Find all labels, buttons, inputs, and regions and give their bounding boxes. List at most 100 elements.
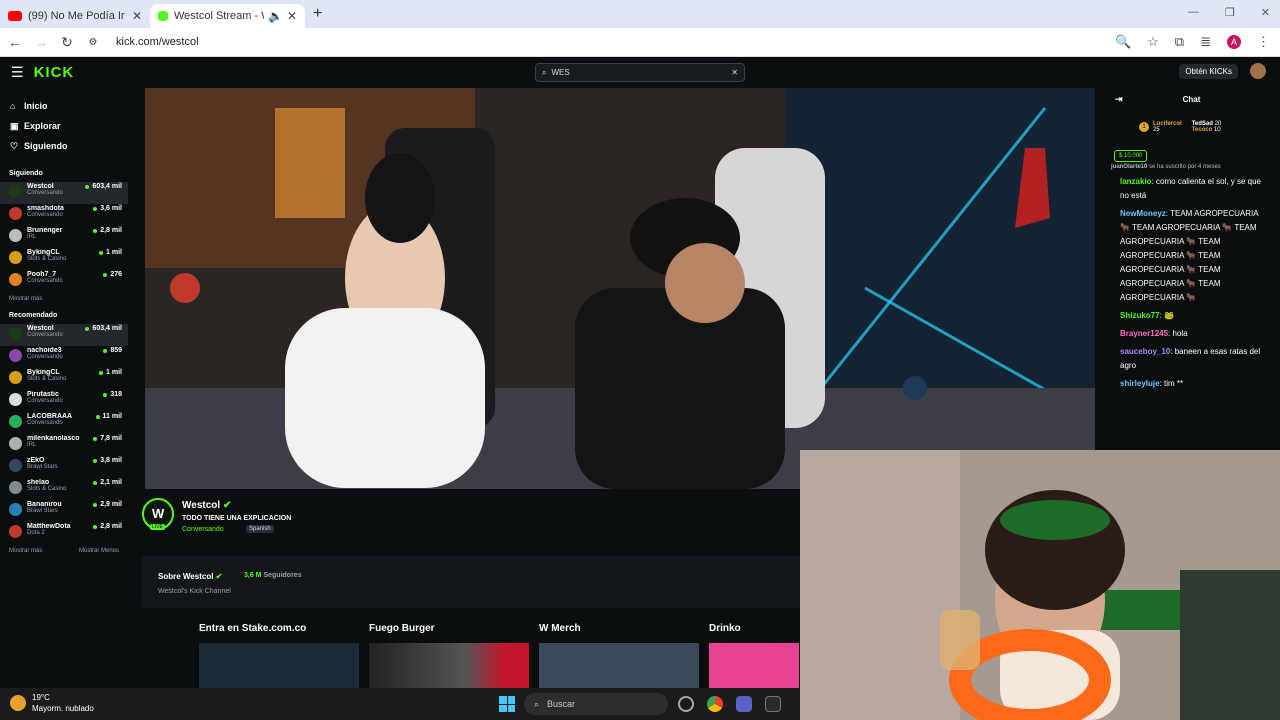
channel-avatar[interactable]: W LIVE [142,498,174,530]
channel-category: IRL [27,234,37,240]
viewer-count: 2,8 mil [93,227,122,234]
language-tag[interactable]: Spanish [246,525,274,533]
pip-webcam-overlay[interactable] [800,450,1280,720]
sidebar-channel[interactable]: shelao Slots & Casino 2,1 mil [0,478,128,500]
taskbar-search[interactable]: ⌕ Buscar [524,693,668,715]
zoom-icon[interactable]: 🔍 [1115,34,1131,50]
viewer-value: 2,8 mil [100,227,122,234]
subscription-notice: juanOlarte10 se ha suscrito por 4 meses [1103,162,1280,172]
panel-fuego-burger[interactable]: Fuego Burger [369,623,529,689]
sidebar-item-explorar[interactable]: ▣ Explorar [0,116,128,136]
url-field[interactable]: kick.com/westcol [116,36,199,48]
tab-kick[interactable]: Westcol Stream - Watch Live 🔈 ✕ [150,4,305,28]
chrome-icon[interactable] [707,696,723,712]
show-more-following[interactable]: Mostrar más [9,296,42,302]
collapse-chat-icon[interactable]: ⇥ [1115,94,1123,105]
sidebar-channel[interactable]: Bananirou Brawl Stars 2,9 mil [0,500,128,522]
chat-username[interactable]: NewMoneyz [1120,209,1166,218]
minimize-icon[interactable]: — [1188,6,1199,19]
sidebar-channel[interactable]: BykingCL Slots & Casino 1 mil [0,248,128,270]
chat-username[interactable]: lanzakio [1120,177,1152,186]
sidebar-channel[interactable]: Brunenger IRL 2,8 mil [0,226,128,248]
panel-w-merch[interactable]: W Merch [539,623,699,689]
media-controls-icon[interactable]: ≣ [1200,34,1211,50]
search-input[interactable]: ⌕ WES ✕ [535,63,745,82]
forward-icon[interactable]: → [28,34,54,50]
maximize-icon[interactable]: ❐ [1225,6,1235,19]
user-avatar[interactable] [1250,63,1266,79]
menu-icon[interactable]: ⋮ [1257,34,1270,50]
sidebar-channel[interactable]: zEkO Brawl Stars 3,8 mil [0,456,128,478]
chat-username[interactable]: shirleyluje [1120,379,1160,388]
sidebar-channel[interactable]: Pooh7_7 Conversando 276 [0,270,128,292]
viewer-count: 11 mil [95,413,122,420]
get-kicks-button[interactable]: Obtén KICKs [1179,64,1238,79]
webcam-scene [800,450,1280,720]
sidebar-channel[interactable]: Pirutastic Conversando 318 [0,390,128,412]
channel-name[interactable]: Westcol ✔ [182,500,231,511]
profile-avatar[interactable]: A [1227,35,1241,49]
sidebar-channel[interactable]: nachoide3 Conversando 859 [0,346,128,368]
reload-icon[interactable]: ↻ [54,34,80,51]
weather-widget[interactable]: 19°C Mayorm. nublado [10,692,94,714]
sidebar-channel[interactable]: LACOBRAAA Conversando 11 mil [0,412,128,434]
channel-name: Westcol [27,325,54,332]
windows-start-icon[interactable] [499,696,515,712]
video-player[interactable] [145,88,1095,489]
show-less-recommended[interactable]: Mostrar Menos [79,548,119,554]
viewer-count: 2,1 mil [93,479,122,486]
pinned-gift-badge[interactable]: $ 10.000 [1114,150,1148,162]
sidebar-channel[interactable]: smashdota Conversando 3,6 mil [0,204,128,226]
sidebar-channel[interactable]: Westcol Conversando 603,4 mil [0,324,128,346]
site-info-icon[interactable]: ⚙ [80,37,106,48]
sidebar-item-inicio[interactable]: ⌂ Inicio [0,96,128,116]
kick-logo[interactable]: KICK [34,64,75,81]
channel-avatar [9,273,22,286]
viewer-value: 1 mil [106,369,122,376]
chat-username[interactable]: Shizuko77 [1120,311,1160,320]
tab-youtube[interactable]: (99) No Me Podía Ir Sin Grabar ✕ [0,4,150,28]
channel-category: Slots & Casino [27,256,67,262]
sidebar-channel[interactable]: milenkanolasco IRL 7,8 mil [0,434,128,456]
close-tab-icon[interactable]: ✕ [132,9,142,23]
panel-stake[interactable]: Entra en Stake.com.co [199,623,359,689]
extensions-icon[interactable]: ⧉ [1175,34,1184,50]
chat-username[interactable]: Brayner1245 [1120,329,1168,338]
sidebar-item-siguiendo[interactable]: ♡ Siguiendo [0,136,128,156]
settings-icon[interactable] [678,696,694,712]
bookmark-star-icon[interactable]: ☆ [1147,34,1159,50]
channel-name-text: Westcol [182,500,221,511]
leader-first[interactable]: 1 Lucifercol 25 [1139,121,1182,133]
viewer-value: 3,8 mil [100,457,122,464]
teams-icon[interactable] [736,696,752,712]
panel-title: Fuego Burger [369,623,435,634]
clear-search-icon[interactable]: ✕ [731,68,738,77]
channel-name: BykingCL [27,369,60,376]
viewer-value: 2,9 mil [100,501,122,508]
close-tab-icon[interactable]: ✕ [287,9,297,23]
leader-third[interactable]: Tecoco 10 [1192,127,1222,133]
chat-text: TEAM AGROPECUARIA 🐂 TEAM AGROPECUARIA 🐂 … [1120,209,1259,302]
back-icon[interactable]: ← [2,34,28,50]
panel-title: W Merch [539,623,581,634]
sidebar-channel[interactable]: BykingCL Slots & Casino 1 mil [0,368,128,390]
hamburger-menu-icon[interactable]: ☰ [11,64,24,81]
sub-user: juanOlarte10 [1111,164,1148,170]
channel-name: MatthewDota [27,523,71,530]
sidebar-channel[interactable]: Westcol Conversando 603,4 mil [0,182,128,204]
panel-image [539,643,699,689]
sidebar-channel[interactable]: MatthewDota Dota 2 2,8 mil [0,522,128,544]
stream-category[interactable]: Conversando [182,526,224,533]
close-icon[interactable]: ✕ [1261,6,1270,19]
speaker-icon[interactable]: 🔈 [268,9,283,23]
epic-games-icon[interactable] [765,696,781,712]
temperature: 19°C [32,693,50,702]
show-more-recommended[interactable]: Mostrar más [9,548,42,554]
channel-category: IRL [27,442,37,448]
channel-category: Dota 2 [27,530,45,536]
new-tab-button[interactable]: + [313,5,322,23]
chat-username[interactable]: sauceboy_10 [1120,347,1170,356]
chat-panel: ⇥ Chat 1 Lucifercol 25 TedSad 20 Tecoco 1… [1103,88,1280,450]
panel-drinko[interactable]: Drinko [709,623,799,689]
about-section: Sobre Westcol ✔ 3,6 M Seguidores Westcol… [142,556,842,608]
